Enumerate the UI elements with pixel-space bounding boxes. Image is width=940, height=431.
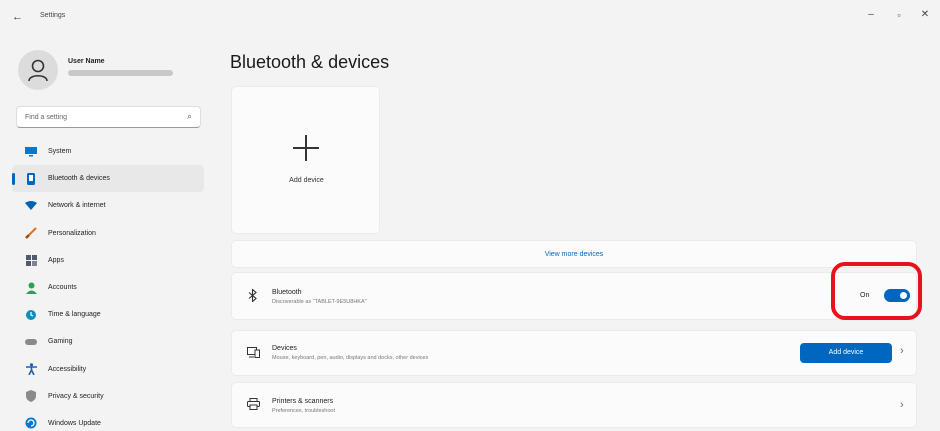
- devices-icon: [246, 347, 260, 361]
- nav-item-windows-update[interactable]: Windows Update: [12, 410, 204, 431]
- nav-label: Accessibility: [48, 365, 87, 373]
- nav-item-time-language[interactable]: Time & language: [12, 301, 204, 328]
- bluetooth-toggle[interactable]: [884, 289, 910, 302]
- apps-icon: [24, 253, 38, 267]
- search-placeholder: Find a setting: [25, 114, 68, 121]
- nav-item-personalization[interactable]: Personalization: [12, 220, 204, 247]
- nav-item-network-internet[interactable]: Network & internet: [12, 192, 204, 219]
- nav-label: Windows Update: [48, 419, 101, 427]
- chevron-right-icon[interactable]: ›: [900, 399, 904, 411]
- devices-subtitle: Mouse, keyboard, pen, audio, displays an…: [272, 355, 429, 361]
- nav-item-bluetooth-devices[interactable]: Bluetooth & devices: [12, 165, 204, 193]
- nav-label: Apps: [48, 256, 64, 264]
- active-indicator: [12, 173, 15, 186]
- nav-label: Network & internet: [48, 202, 106, 210]
- add-device-button[interactable]: Add device: [800, 343, 892, 363]
- devices-row[interactable]: Devices Mouse, keyboard, pen, audio, dis…: [231, 330, 917, 376]
- bluetooth-devices-icon: [24, 172, 38, 186]
- user-profile[interactable]: User Name: [16, 48, 206, 92]
- user-name: User Name: [68, 58, 105, 65]
- bluetooth-title: Bluetooth: [272, 289, 302, 296]
- person-icon: [24, 281, 38, 295]
- view-more-devices-link[interactable]: View more devices: [232, 251, 916, 258]
- back-button[interactable]: ←: [12, 10, 28, 24]
- search-icon: ⌕: [186, 111, 192, 121]
- accessibility-icon: [24, 362, 38, 376]
- bluetooth-icon: [246, 288, 260, 305]
- printers-scanners-row[interactable]: Printers & scanners Preferences, trouble…: [231, 382, 917, 428]
- add-device-tile[interactable]: Add device: [231, 86, 380, 234]
- printer-icon: [246, 398, 260, 413]
- nav-label: Privacy & security: [48, 392, 104, 400]
- nav-label: Personalization: [48, 229, 96, 237]
- printers-title: Printers & scanners: [272, 398, 334, 405]
- person-icon: [28, 59, 48, 82]
- bluetooth-row: Bluetooth Discoverable as "TABLET-9E5U8H…: [231, 272, 917, 320]
- toggle-knob: [900, 292, 907, 299]
- main-content: Bluetooth & devices Add device View more…: [215, 34, 940, 431]
- printers-subtitle: Preferences, troubleshoot: [272, 408, 335, 414]
- chevron-right-icon[interactable]: ›: [900, 345, 904, 357]
- wifi-icon: [24, 199, 38, 213]
- nav-label: System: [48, 148, 72, 156]
- minimize-button[interactable]: –: [858, 6, 884, 24]
- arrow-left-icon: ←: [12, 11, 23, 23]
- plus-icon: [291, 133, 321, 163]
- title-bar: ← Settings – ▫ ✕: [0, 0, 940, 34]
- devices-title: Devices: [272, 345, 297, 352]
- add-device-tile-label: Add device: [289, 177, 324, 184]
- monitor-icon: [24, 145, 38, 159]
- nav-item-accounts[interactable]: Accounts: [12, 274, 204, 301]
- nav-item-accessibility[interactable]: Accessibility: [12, 356, 204, 383]
- user-email-redacted: [68, 70, 173, 76]
- search-input[interactable]: Find a setting ⌕: [16, 106, 201, 128]
- nav-item-apps[interactable]: Apps: [12, 247, 204, 274]
- nav-item-privacy-security[interactable]: Privacy & security: [12, 383, 204, 410]
- app-title: Settings: [40, 12, 66, 19]
- globe-clock-icon: [24, 308, 38, 322]
- nav-label: Gaming: [48, 338, 73, 346]
- page-title: Bluetooth & devices: [230, 52, 390, 72]
- view-more-devices-card[interactable]: View more devices: [231, 240, 917, 268]
- nav-item-gaming[interactable]: Gaming: [12, 328, 204, 355]
- nav-label: Bluetooth & devices: [48, 175, 110, 183]
- refresh-icon: [24, 416, 38, 430]
- brush-icon: [24, 226, 38, 240]
- sidebar: User Name Find a setting ⌕ System Blueto…: [0, 34, 215, 431]
- nav-label: Accounts: [48, 284, 77, 292]
- avatar: [18, 50, 58, 90]
- close-button[interactable]: ✕: [912, 6, 938, 24]
- maximize-button[interactable]: ▫: [886, 6, 912, 24]
- bluetooth-subtitle: Discoverable as "TABLET-9E5U8HKA": [272, 299, 367, 305]
- nav-item-system[interactable]: System: [12, 138, 204, 165]
- nav-list: System Bluetooth & devices Network & int…: [12, 138, 204, 431]
- nav-label: Time & language: [48, 311, 101, 319]
- bluetooth-state-label: On: [860, 292, 870, 299]
- shield-icon: [24, 389, 38, 403]
- gamepad-icon: [24, 335, 38, 349]
